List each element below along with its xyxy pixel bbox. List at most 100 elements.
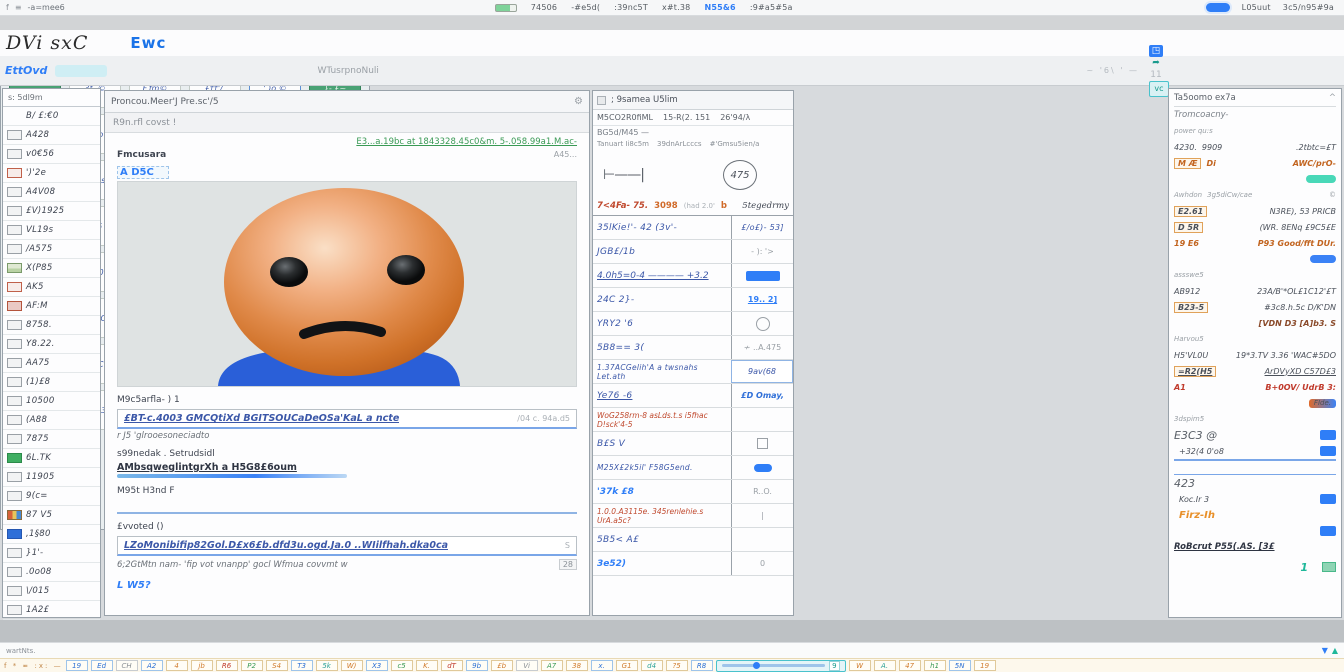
property-value[interactable]: 9av(68 bbox=[731, 360, 793, 383]
taskbar-app-icon[interactable]: 47 bbox=[899, 660, 921, 671]
details-row[interactable]: B23-5 #3c8.h.5c D/K'DN bbox=[1174, 299, 1336, 315]
details-value[interactable]: B+0OV/ UdrB 3: bbox=[1265, 383, 1336, 392]
property-row[interactable]: '37k £8 R..O. bbox=[593, 480, 793, 504]
taskbar-app-icon[interactable]: h1 bbox=[924, 660, 946, 671]
account-pill-icon[interactable] bbox=[1206, 3, 1230, 12]
taskbar-app-icon[interactable]: 4 bbox=[166, 660, 188, 671]
sidebar-item[interactable]: 9(c= bbox=[3, 487, 100, 506]
sidebar-item[interactable]: /A575 bbox=[3, 240, 100, 259]
text-input-4[interactable]: LZoMonibifip82Gol.D£x6£b.dfd3u.ogd.Ja.0 … bbox=[117, 536, 577, 556]
details-value[interactable]: N3RE), 53 PRICB bbox=[1270, 207, 1336, 216]
sidebar-item[interactable]: A4V08 bbox=[3, 183, 100, 202]
menu-item[interactable]: 3c5/n95#9a bbox=[1283, 3, 1334, 12]
taskbar-app-icon[interactable]: R6 bbox=[216, 660, 238, 671]
taskbar-app-icon[interactable]: K. bbox=[416, 660, 438, 671]
property-value[interactable]: ≁ ..A.475 bbox=[731, 336, 793, 359]
property-row[interactable]: JGB£/1b - ): '> bbox=[593, 240, 793, 264]
toolbar-icon[interactable]: ◳ bbox=[1149, 45, 1163, 57]
sidebar-item[interactable]: ,1§80 bbox=[3, 525, 100, 544]
details-row[interactable] bbox=[1174, 459, 1336, 475]
sidebar-item[interactable]: 6L.TK bbox=[3, 449, 100, 468]
property-row[interactable]: B£S V bbox=[593, 432, 793, 456]
sidebar-item[interactable]: B/ £:€0 bbox=[3, 107, 100, 126]
details-value[interactable] bbox=[1320, 526, 1336, 536]
details-value[interactable] bbox=[1306, 175, 1336, 183]
chevron-up-icon[interactable]: ^ bbox=[1329, 93, 1336, 103]
taskbar-app-icon[interactable]: P2 bbox=[241, 660, 263, 671]
details-row[interactable]: 19 E6 P93 Good/fft DUr. bbox=[1174, 235, 1336, 251]
menu-item[interactable]: x#t.38 bbox=[662, 3, 691, 12]
details-row[interactable]: E2.61 N3RE), 53 PRICB bbox=[1174, 203, 1336, 219]
property-row[interactable]: Ye76 -6 £D Omay, bbox=[593, 384, 793, 408]
property-value[interactable] bbox=[731, 456, 793, 479]
image-link[interactable]: A D5C bbox=[117, 166, 169, 179]
property-value[interactable]: R..O. bbox=[731, 480, 793, 503]
property-row[interactable]: 5B5< A£ bbox=[593, 528, 793, 552]
menu-item-active[interactable]: N55&6 bbox=[704, 3, 735, 12]
apple-menu-icon[interactable]: f bbox=[6, 3, 9, 12]
toolbar-icon[interactable]: 11 bbox=[1149, 69, 1163, 81]
sidebar-item[interactable]: v0€56 bbox=[3, 145, 100, 164]
details-value[interactable] bbox=[1320, 446, 1336, 456]
sidebar-item[interactable]: VL19s bbox=[3, 221, 100, 240]
top-link[interactable]: E3...a.19bc at 1843328.45c0&m. 5-.058.99… bbox=[117, 137, 577, 147]
sidebar-item[interactable]: 11905 bbox=[3, 468, 100, 487]
details-row[interactable] bbox=[1174, 171, 1336, 187]
taskbar-slider[interactable]: 9 bbox=[716, 660, 846, 672]
property-value[interactable] bbox=[731, 432, 793, 455]
sidebar-item[interactable]: (A88 bbox=[3, 411, 100, 430]
sidebar-item[interactable]: ')'2e bbox=[3, 164, 100, 183]
property-row[interactable]: 4.0h5=0-4 ———— +3.2 bbox=[593, 264, 793, 288]
text-input-1[interactable]: £BT-c.4003 GMCQtiXd BGITSOUCaDeOSa'KaL a… bbox=[117, 409, 577, 429]
details-value[interactable]: #3c8.h.5c D/K'DN bbox=[1264, 303, 1336, 312]
property-row[interactable]: M25X£2k5il' F58G5end. bbox=[593, 456, 793, 480]
details-row[interactable]: 4230. 9909 .2tbtc=£T bbox=[1174, 139, 1336, 155]
taskbar-app-icon[interactable]: 19 bbox=[974, 660, 996, 671]
menu-item[interactable]: :39nc5T bbox=[614, 3, 648, 12]
details-row[interactable]: 423 bbox=[1174, 475, 1336, 491]
sidebar-item[interactable]: .0o08 bbox=[3, 563, 100, 582]
taskbar-app-icon[interactable]: CH bbox=[116, 660, 138, 671]
details-value[interactable] bbox=[1320, 430, 1336, 440]
details-row[interactable]: M Æ Di AWC/prO- bbox=[1174, 155, 1336, 171]
toolbar-icon[interactable]: ➦ bbox=[1149, 57, 1163, 69]
editor-subtab[interactable]: R9n.rfl covst ! bbox=[105, 113, 589, 133]
taskbar-app-icon[interactable]: x. bbox=[591, 660, 613, 671]
taskbar-app-icon[interactable]: d4 bbox=[641, 660, 663, 671]
details-row[interactable]: AB912 23A/B'*OL£1C12'£T bbox=[1174, 283, 1336, 299]
taskbar-app-icon[interactable]: A2 bbox=[141, 660, 163, 671]
property-value[interactable] bbox=[731, 528, 793, 551]
sidebar-item[interactable]: AF:M bbox=[3, 297, 100, 316]
property-value[interactable] bbox=[731, 408, 793, 431]
details-value[interactable]: AWC/prO- bbox=[1293, 159, 1336, 168]
property-row[interactable]: WoG258rm-8 asLds.t.s i5fhac D!sck'4-5 bbox=[593, 408, 793, 432]
property-row[interactable]: 35lKie!'- 42 (3v'- £/o£)- 53] bbox=[593, 216, 793, 240]
taskbar-app-icon[interactable]: 5N bbox=[949, 660, 971, 671]
details-value[interactable] bbox=[1320, 494, 1336, 504]
details-row[interactable]: RoBcrut P55(.AS. [3£ bbox=[1174, 539, 1336, 555]
property-row[interactable]: 5B8== 3( ≁ ..A.475 bbox=[593, 336, 793, 360]
details-value[interactable]: (WR. 8ENq £9C5£E bbox=[1260, 223, 1336, 232]
property-row[interactable]: 1.37ACGelih'A a twsnahs Let.ath 9av(68 bbox=[593, 360, 793, 384]
toolbar-brand[interactable]: EttOvd bbox=[0, 64, 47, 77]
taskbar-app-icon[interactable]: A. bbox=[874, 660, 896, 671]
details-row[interactable]: Tromcoacny- bbox=[1174, 107, 1336, 123]
property-value[interactable] bbox=[731, 264, 793, 287]
details-row[interactable]: Firz-Ih bbox=[1174, 507, 1336, 523]
details-row[interactable] bbox=[1174, 251, 1336, 267]
taskbar-app-icon[interactable]: Ed bbox=[91, 660, 113, 671]
details-row[interactable] bbox=[1174, 523, 1336, 539]
taskbar-app-icon[interactable]: dT bbox=[441, 660, 463, 671]
sidebar-item[interactable]: AK5 bbox=[3, 278, 100, 297]
property-value[interactable] bbox=[731, 312, 793, 335]
details-row[interactable]: H5'VL0U 19*3.TV 3.36 'WAC#5DO bbox=[1174, 347, 1336, 363]
list-icon[interactable]: ≡ bbox=[15, 3, 22, 12]
slider-handle-icon[interactable]: ⊢——| bbox=[603, 167, 644, 183]
property-row[interactable]: 1.0.0.A3115e. 345renlehie.s UrA.a5c? | bbox=[593, 504, 793, 528]
property-row[interactable]: YRY2 '6 bbox=[593, 312, 793, 336]
details-row[interactable]: E3C3 @ bbox=[1174, 427, 1336, 443]
taskbar-app-icon[interactable]: R8 bbox=[691, 660, 713, 671]
slider-knob[interactable] bbox=[753, 662, 760, 669]
taskbar-app-icon[interactable]: 38 bbox=[566, 660, 588, 671]
text-input-3[interactable] bbox=[117, 498, 577, 514]
